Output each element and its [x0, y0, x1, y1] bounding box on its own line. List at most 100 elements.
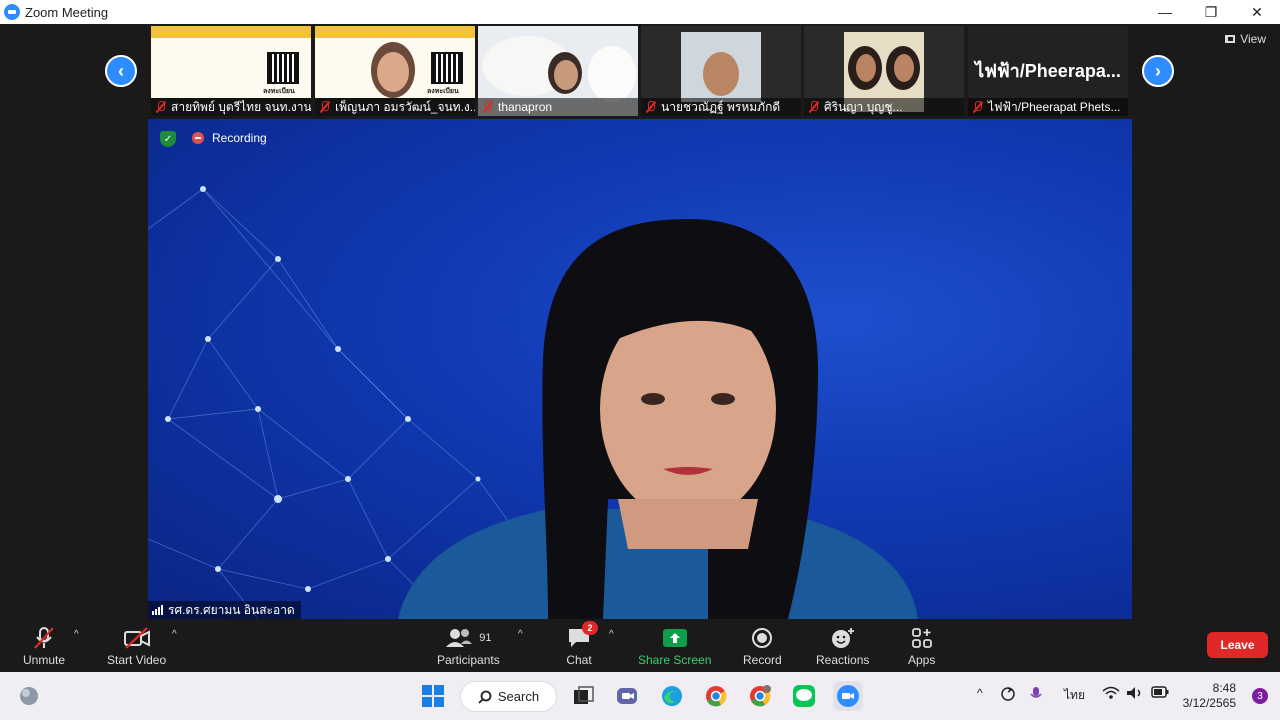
participant-caption: ไฟฟ้า/Pheerapat Phets... — [968, 98, 1128, 116]
participants-options-chevron-icon[interactable]: ^ — [518, 629, 523, 640]
video-options-chevron-icon[interactable]: ^ — [172, 629, 177, 640]
view-button[interactable]: View — [1225, 32, 1266, 46]
search-icon — [478, 690, 492, 704]
participants-count: 91 — [479, 632, 492, 644]
participants-button[interactable]: 91 Participants — [437, 623, 500, 667]
line-app-icon[interactable] — [789, 681, 819, 711]
battery-icon[interactable] — [1151, 686, 1169, 701]
participant-display-name: ไฟฟ้า/Pheerapa... — [975, 61, 1121, 81]
participant-name: สายทิพย์ บุตรีไทย จนท.งาน... — [171, 99, 311, 114]
onedrive-sync-icon[interactable] — [1000, 686, 1016, 705]
participant-tile[interactable]: thanapron — [478, 26, 638, 116]
speaker-name: รศ.ดร.ศยามน อินสะอาด — [168, 602, 295, 617]
leave-button[interactable]: Leave — [1207, 632, 1268, 658]
gallery-next-button[interactable]: › — [1142, 55, 1174, 87]
mic-muted-icon — [319, 101, 331, 113]
start-video-button[interactable]: Start Video — [107, 623, 166, 667]
unmute-label: Unmute — [23, 653, 66, 667]
taskbar: Search ^ ไทย 8:48 3/12/2565 3 — [0, 672, 1280, 720]
taskbar-search-button[interactable]: Search — [460, 681, 557, 712]
mic-muted-icon — [32, 623, 56, 653]
record-button[interactable]: Record — [743, 623, 782, 667]
participants-label: Participants — [437, 653, 500, 667]
window-title: Zoom Meeting — [25, 4, 109, 20]
meeting-stage: ‹ › View ลงทะเบียน สายทิพย์ บุตรีไทย จนท… — [0, 24, 1280, 672]
recording-label: Recording — [212, 131, 267, 145]
meeting-toolbar: Unmute ^ Start Video ^ 91 Participants ^… — [0, 619, 1280, 672]
input-language-indicator[interactable]: ไทย — [1064, 686, 1085, 705]
chat-label: Chat — [566, 653, 592, 667]
tray-overflow-chevron-icon[interactable]: ^ — [977, 686, 983, 700]
unmute-button[interactable]: Unmute — [23, 623, 65, 667]
mic-muted-icon — [808, 101, 820, 113]
security-shield-icon[interactable]: ✓ — [160, 131, 176, 147]
apps-button[interactable]: Apps — [908, 623, 935, 667]
network-background — [148, 186, 918, 619]
active-speaker-video[interactable]: ✓ Recording รศ.ดร.ศยามน อินสะอาด — [148, 119, 1132, 619]
participant-tile[interactable]: นายชวณัฏฐ์ พรหมภักดี — [641, 26, 801, 116]
taskbar-clock[interactable]: 8:48 3/12/2565 — [1183, 681, 1236, 711]
chrome-icon[interactable] — [701, 681, 731, 711]
participant-caption: สายทิพย์ บุตรีไทย จนท.งาน... — [151, 98, 311, 116]
participant-caption: thanapron — [478, 98, 638, 116]
record-icon — [751, 623, 773, 653]
reactions-label: Reactions — [816, 653, 870, 667]
start-icon[interactable] — [418, 681, 448, 711]
weather-icon[interactable] — [14, 681, 44, 711]
participant-name: นายชวณัฏฐ์ พรหมภักดี — [661, 99, 781, 114]
participant-caption: เพ็ญนภา อมรวัฒน์_จนท.ง... — [315, 98, 475, 116]
participant-tile[interactable]: ศิรินญา บุญชู... — [804, 26, 964, 116]
clock-time: 8:48 — [1212, 681, 1236, 695]
record-label: Record — [743, 653, 782, 667]
chat-options-chevron-icon[interactable]: ^ — [609, 629, 614, 640]
participant-tile[interactable]: ลงทะเบียน สายทิพย์ บุตรีไทย จนท.งาน... — [151, 26, 311, 116]
volume-icon[interactable] — [1126, 686, 1144, 703]
mic-muted-icon — [645, 101, 657, 113]
participant-caption: ศิรินญา บุญชู... — [804, 98, 964, 116]
chat-button[interactable]: 2 Chat — [566, 621, 598, 667]
qr-code-icon — [431, 52, 463, 84]
maximize-button[interactable]: ❐ — [1188, 0, 1234, 24]
chat-unread-badge: 2 — [582, 621, 598, 635]
participant-name: ศิรินญา บุญชู... — [824, 99, 903, 114]
participant-tile[interactable]: ไฟฟ้า/Pheerapa... ไฟฟ้า/Pheerapat Phets.… — [968, 26, 1128, 116]
apps-icon — [911, 623, 933, 653]
mic-muted-icon — [482, 101, 494, 113]
notification-badge[interactable]: 3 — [1252, 688, 1268, 704]
audio-options-chevron-icon[interactable]: ^ — [74, 629, 79, 640]
zoom-taskbar-icon[interactable] — [833, 681, 863, 711]
gallery-prev-button[interactable]: ‹ — [105, 55, 137, 87]
search-label: Search — [497, 689, 540, 704]
speaker-name-tag: รศ.ดร.ศยามน อินสะอาด — [148, 601, 301, 619]
recording-icon — [192, 132, 204, 144]
window-controls: — ❐ ✕ — [1142, 0, 1280, 24]
microphone-in-use-icon[interactable] — [1029, 686, 1043, 705]
share-screen-label: Share Screen — [638, 653, 712, 667]
qr-label: ลงทะเบียน — [427, 88, 459, 95]
video-off-icon — [123, 623, 151, 653]
participant-name: ไฟฟ้า/Pheerapat Phets... — [988, 99, 1121, 114]
minimize-button[interactable]: — — [1142, 0, 1188, 24]
clock-date: 3/12/2565 — [1182, 696, 1236, 710]
start-video-label: Start Video — [107, 653, 167, 667]
reactions-button[interactable]: Reactions — [816, 623, 869, 667]
chrome-profile-icon[interactable] — [745, 681, 775, 711]
task-view-icon[interactable] — [568, 681, 598, 711]
share-screen-button[interactable]: Share Screen — [638, 623, 711, 667]
grid-icon — [1225, 35, 1236, 43]
participant-name: thanapron — [498, 100, 553, 114]
participant-tile[interactable]: ลงทะเบียน เพ็ญนภา อมรวัฒน์_จนท.ง... — [315, 26, 475, 116]
poster-image: ลงทะเบียน — [315, 26, 475, 98]
chat-icon: 2 — [566, 621, 598, 653]
share-screen-icon — [662, 623, 688, 653]
view-label: View — [1240, 32, 1266, 46]
mic-muted-icon — [155, 101, 167, 113]
edge-icon[interactable] — [657, 681, 687, 711]
mic-muted-icon — [972, 101, 984, 113]
wifi-icon[interactable] — [1102, 686, 1120, 703]
close-button[interactable]: ✕ — [1234, 0, 1280, 24]
zoom-logo-icon — [4, 4, 20, 20]
qr-label: ลงทะเบียน — [263, 88, 295, 95]
teams-icon[interactable] — [612, 681, 642, 711]
recording-indicator[interactable]: Recording — [192, 131, 267, 145]
